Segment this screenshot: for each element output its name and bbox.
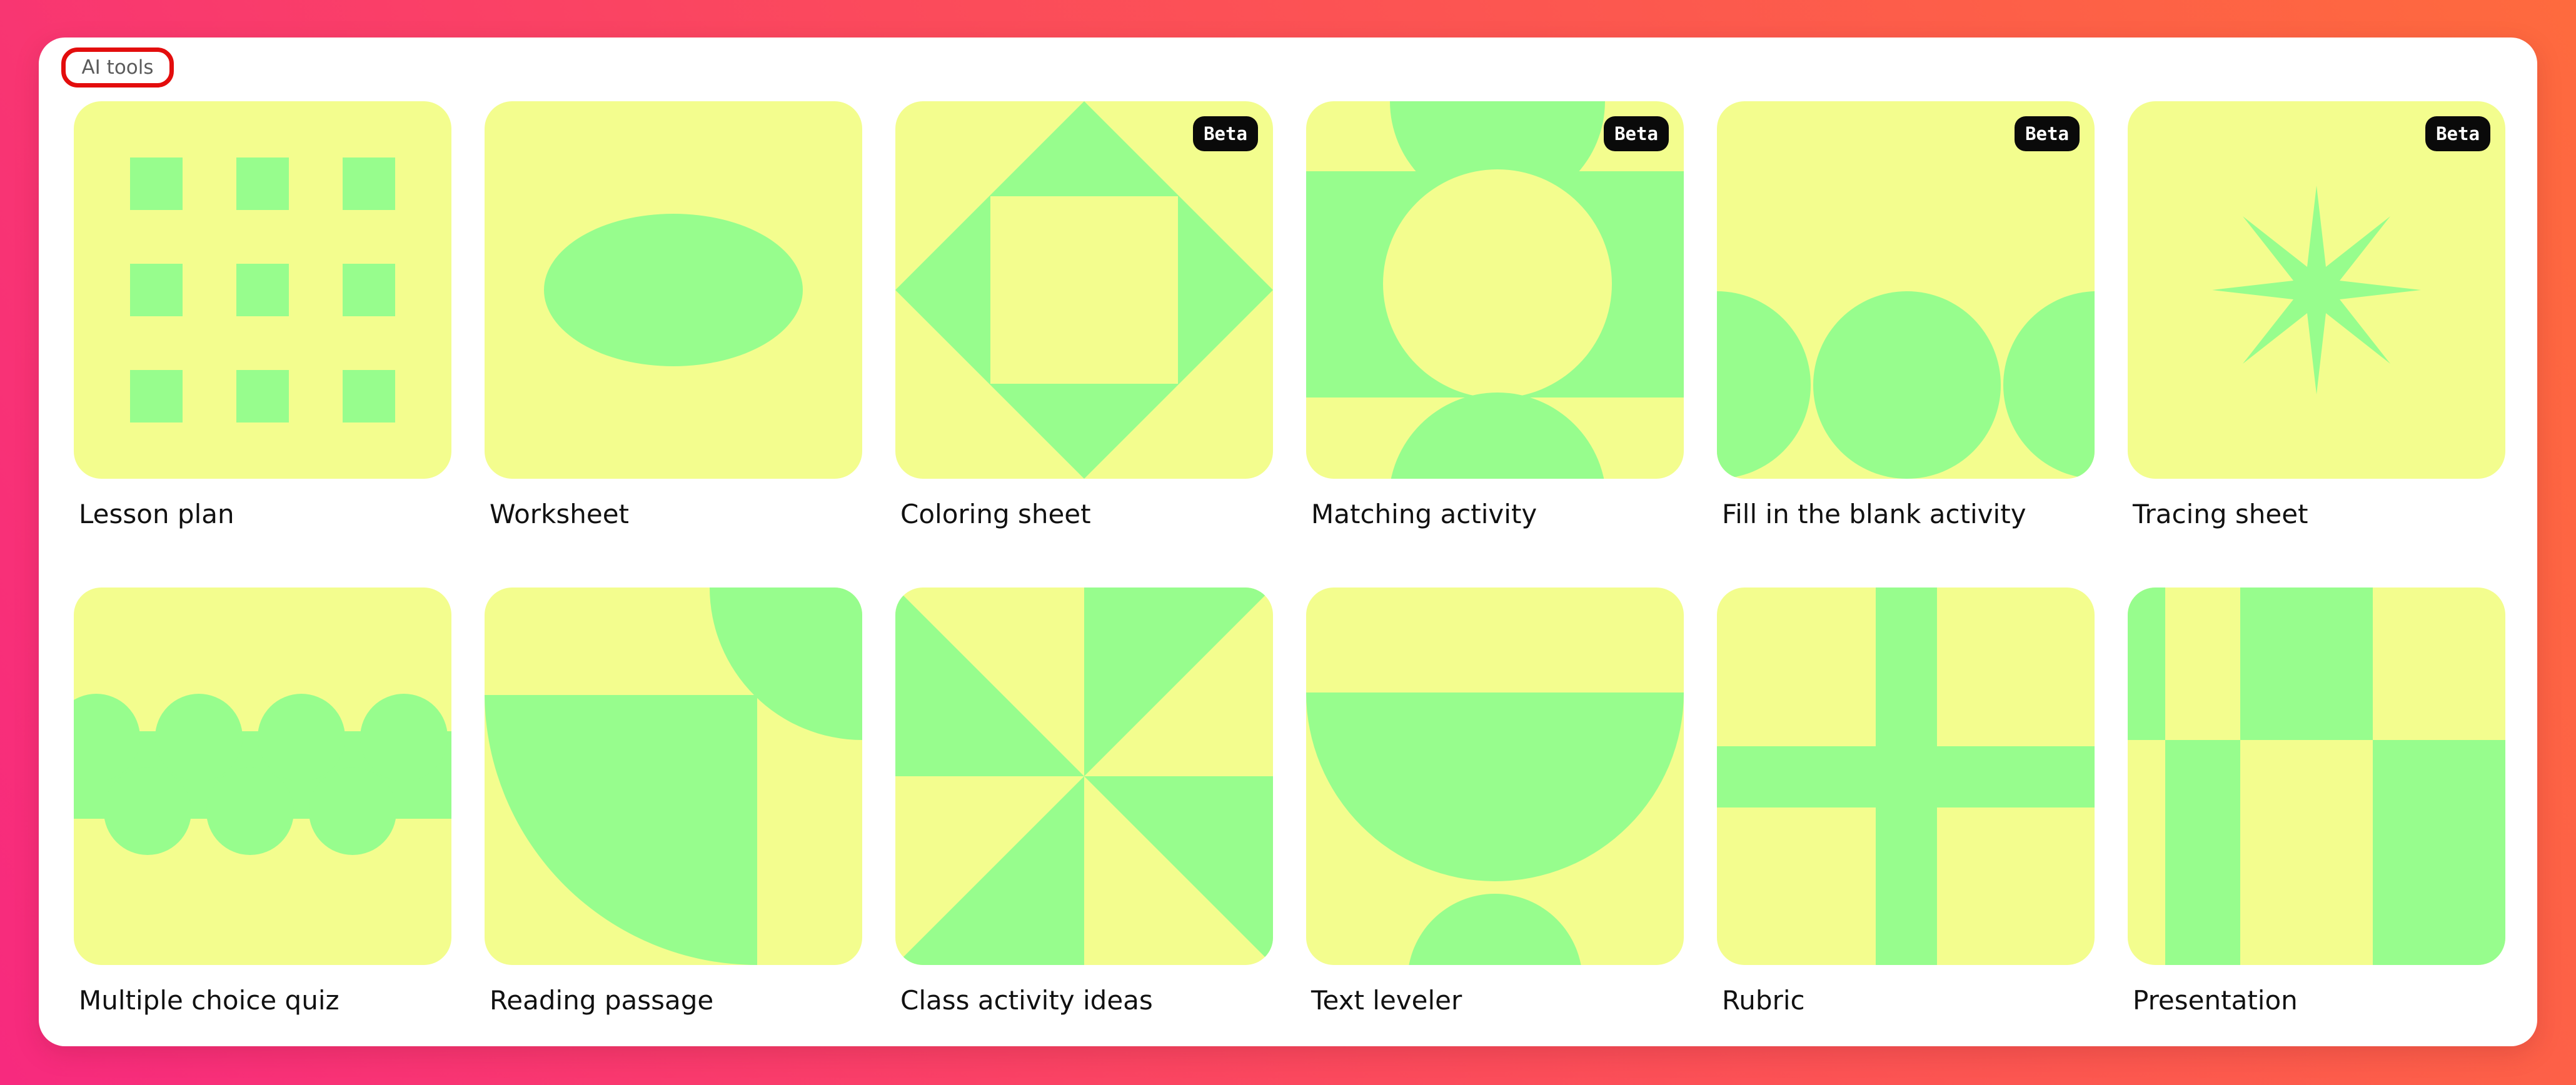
- tool-label: Text leveler: [1311, 985, 1462, 1016]
- tool-label: Reading passage: [490, 985, 714, 1016]
- section-label: AI tools: [61, 48, 174, 88]
- grid-squares-icon: [130, 158, 395, 422]
- tool-card-rubric[interactable]: Rubric: [1717, 588, 2095, 1016]
- pinwheel-icon: [895, 588, 1273, 965]
- tool-card-tracing-sheet[interactable]: Beta Tracing sheet: [2128, 101, 2505, 529]
- tool-thumbnail: Beta: [1306, 101, 1684, 479]
- tool-card-presentation[interactable]: Presentation: [2128, 588, 2505, 1016]
- tool-thumbnail: [895, 588, 1273, 965]
- wave-band-icon: [74, 694, 451, 855]
- tool-thumbnail: Beta: [1717, 101, 2095, 479]
- tool-thumbnail: [1717, 588, 2095, 965]
- tool-card-multiple-choice-quiz[interactable]: Multiple choice quiz: [74, 588, 451, 1016]
- tool-label: Tracing sheet: [2133, 499, 2308, 529]
- tool-thumbnail: [74, 588, 451, 965]
- tool-card-class-activity-ideas[interactable]: Class activity ideas: [895, 588, 1273, 1016]
- tool-label: Presentation: [2133, 985, 2298, 1016]
- tool-thumbnail: [74, 101, 451, 479]
- tool-label: Rubric: [1722, 985, 1805, 1016]
- tool-label: Class activity ideas: [900, 985, 1153, 1016]
- tool-card-reading-passage[interactable]: Reading passage: [485, 588, 862, 1016]
- tool-label: Multiple choice quiz: [79, 985, 340, 1016]
- beta-badge: Beta: [2015, 116, 2080, 151]
- tool-label: Coloring sheet: [900, 499, 1091, 529]
- tool-label: Lesson plan: [79, 499, 234, 529]
- tool-label: Matching activity: [1311, 499, 1537, 529]
- beta-badge: Beta: [2425, 116, 2490, 151]
- tool-label: Worksheet: [490, 499, 630, 529]
- tool-thumbnail: Beta: [895, 101, 1273, 479]
- circles-band-icon: [1306, 101, 1684, 479]
- tool-label: Fill in the blank activity: [1722, 499, 2026, 529]
- checker-icon: [2128, 588, 2505, 965]
- ai-tools-panel: AI tools Lesson plan Worksheet Beta Colo…: [39, 38, 2537, 1046]
- diamond-square-icon: [895, 101, 1273, 479]
- beta-badge: Beta: [1193, 116, 1258, 151]
- tool-card-coloring-sheet[interactable]: Beta Coloring sheet: [895, 101, 1273, 529]
- three-circles-icon: [1717, 291, 2095, 479]
- beta-badge: Beta: [1604, 116, 1669, 151]
- bowl-icon: [1306, 692, 1684, 965]
- tool-thumbnail: [485, 101, 862, 479]
- tool-thumbnail: [2128, 588, 2505, 965]
- tool-card-text-leveler[interactable]: Text leveler: [1306, 588, 1684, 1016]
- tool-card-lesson-plan[interactable]: Lesson plan: [74, 101, 451, 529]
- star-burst-icon: [2212, 186, 2421, 394]
- tool-card-matching-activity[interactable]: Beta Matching activity: [1306, 101, 1684, 529]
- quarter-circles-icon: [485, 588, 862, 965]
- cross-icon: [1717, 588, 2095, 965]
- tool-thumbnail: Beta: [2128, 101, 2505, 479]
- tool-thumbnail: [485, 588, 862, 965]
- ellipse-icon: [544, 214, 803, 366]
- tool-card-worksheet[interactable]: Worksheet: [485, 101, 862, 529]
- tool-thumbnail: [1306, 588, 1684, 965]
- tool-card-fill-in-the-blank[interactable]: Beta Fill in the blank activity: [1717, 101, 2095, 529]
